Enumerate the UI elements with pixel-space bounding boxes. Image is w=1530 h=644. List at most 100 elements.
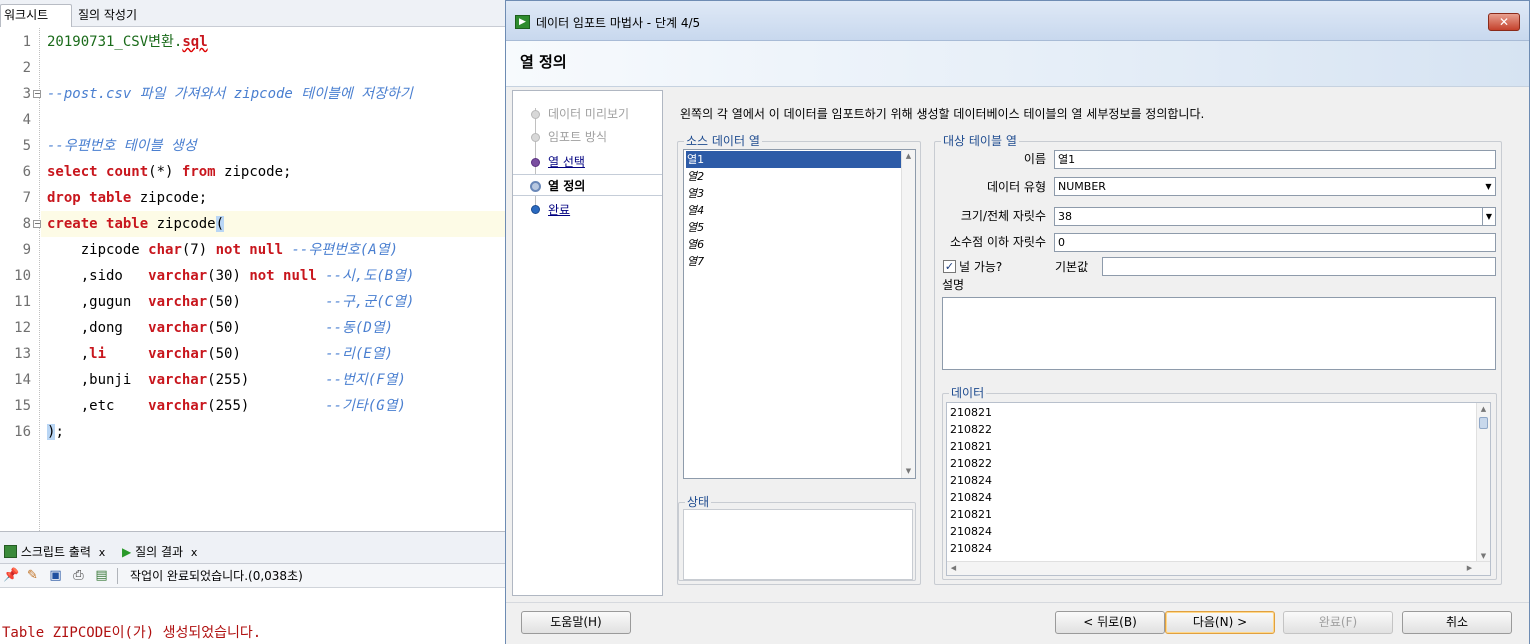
name-label: 이름	[1023, 152, 1046, 166]
size-combobox[interactable]: 38 ▼	[1054, 207, 1496, 226]
wizard-button-bar: 도움말(H) < 뒤로(B) 다음(N) > 완료(F) 취소	[506, 602, 1529, 644]
line-number: 5	[22, 138, 31, 154]
chevron-down-icon[interactable]: ▼	[1482, 178, 1495, 195]
scroll-left-icon[interactable]: ◀	[947, 562, 960, 575]
line-number: 10	[14, 268, 31, 284]
step-finish[interactable]: 완료	[513, 199, 662, 221]
line-number-gutter: 1 2 3 4 5 6 7 8 9 10 11 12 13 14 15 16 −…	[0, 28, 41, 531]
step-import-method: 임포트 방식	[548, 130, 608, 144]
back-button[interactable]: < 뒤로(B)	[1055, 611, 1165, 634]
close-icon[interactable]: x	[99, 546, 106, 559]
output-splitter[interactable]	[0, 531, 505, 540]
nullable-checkbox[interactable]: ✓	[943, 260, 956, 273]
tab-query-builder[interactable]: 질의 작성기	[72, 5, 143, 25]
list-item: 210821	[950, 406, 992, 419]
code-line-current: create table zipcode(	[41, 211, 505, 237]
line-number: 13	[14, 346, 31, 362]
fold-toggle-icon[interactable]: −	[33, 90, 41, 98]
status-area	[683, 509, 913, 580]
tab-script-output[interactable]: 스크립트 출력 x	[2, 542, 105, 563]
dialog-title: 데이터 임포트 마법사 - 단계 4/5	[536, 16, 701, 30]
pin-icon[interactable]: 📌	[3, 568, 19, 583]
list-item: 210822	[950, 457, 992, 470]
description-textarea[interactable]	[942, 297, 1496, 370]
list-item[interactable]: 열2	[686, 168, 903, 185]
tab-worksheet[interactable]: 워크시트	[0, 4, 72, 27]
wizard-header: 열 정의	[506, 41, 1529, 87]
list-item[interactable]: 열3	[686, 185, 903, 202]
list-item: 210824	[950, 542, 992, 555]
line-number: 4	[22, 112, 31, 128]
scroll-up-icon[interactable]: ▲	[1477, 403, 1490, 416]
line-number: 12	[14, 320, 31, 336]
code-line: --post.csv 파일 가져와서 zipcode 테이블에 저장하기	[47, 86, 413, 102]
fold-toggle-icon[interactable]: −	[33, 220, 41, 228]
play-icon: ▶	[122, 545, 132, 559]
code-line: );	[47, 424, 64, 440]
list-item[interactable]: 열6	[686, 236, 903, 253]
description-label: 설명	[942, 278, 965, 292]
list-item: 210824	[950, 525, 992, 538]
scroll-right-icon[interactable]: ▶	[1463, 562, 1476, 575]
default-value-label: 기본값	[1055, 260, 1089, 274]
save-icon[interactable]: ▣	[48, 568, 63, 583]
line-number: 11	[14, 294, 31, 310]
scale-label: 소수점 이하 자릿수	[950, 235, 1046, 249]
list-item-selected[interactable]: 열1	[686, 151, 903, 168]
document-icon[interactable]: ▤	[94, 568, 109, 583]
code-line: ,bunji varchar(255) --번지(F열)	[47, 372, 406, 388]
code-line: drop table zipcode;	[47, 190, 208, 206]
data-type-label: 데이터 유형	[986, 180, 1046, 194]
list-item[interactable]: 열5	[686, 219, 903, 236]
code-line: zipcode char(7) not null --우편번호(A열)	[47, 242, 399, 258]
source-list-scrollbar[interactable]: ▲ ▼	[901, 150, 915, 478]
scroll-up-icon[interactable]: ▲	[902, 150, 915, 163]
help-button[interactable]: 도움말(H)	[521, 611, 631, 634]
instruction-text: 왼쪽의 각 열에서 이 데이터를 임포트하기 위해 생성할 데이터베이스 테이블…	[680, 107, 1205, 121]
print-icon[interactable]: ⎙	[71, 568, 86, 583]
data-type-select[interactable]: NUMBER ▼	[1054, 177, 1496, 196]
scale-field[interactable]: 0	[1054, 233, 1496, 252]
eraser-icon[interactable]: ✎	[25, 568, 40, 583]
data-import-wizard-dialog: ▶ 데이터 임포트 마법사 - 단계 4/5 ✕ 열 정의 데이터 미리보기 임…	[505, 0, 1530, 644]
sql-code-editor[interactable]: 20190731_CSV변환.sql --post.csv 파일 가져와서 zi…	[41, 28, 505, 531]
data-preview-list[interactable]: 210821 210822 210821 210822 210824 21082…	[946, 402, 1491, 576]
output-tab-bar: 스크립트 출력 x ▶ 질의 결과 x	[0, 540, 505, 564]
list-item[interactable]: 열4	[686, 202, 903, 219]
output-status-text: 작업이 완료되었습니다.(0,038초)	[130, 569, 303, 583]
code-line: ,dong varchar(50) --동(D열)	[47, 320, 394, 336]
chevron-down-icon[interactable]: ▼	[1482, 208, 1495, 225]
line-number: 3	[22, 86, 31, 102]
line-number: 8	[22, 216, 31, 232]
data-label: 데이터	[949, 386, 987, 400]
source-columns-list[interactable]: 열1 열2 열3 열4 열5 열6 열7 ▲ ▼	[683, 149, 916, 479]
tab-query-result[interactable]: ▶ 질의 결과 x	[120, 542, 197, 563]
data-horizontal-scrollbar[interactable]: ◀ ▶	[947, 561, 1490, 575]
default-value-field[interactable]	[1102, 257, 1496, 276]
script-output-area: Table ZIPCODE이(가) 생성되었습니다.	[0, 589, 505, 644]
current-step-icon	[530, 181, 541, 192]
scroll-down-icon[interactable]: ▼	[902, 465, 915, 478]
line-number: 6	[22, 164, 31, 180]
output-message: Table ZIPCODE이(가) 생성되었습니다.	[2, 625, 262, 641]
step-column-selection[interactable]: 열 선택	[513, 151, 662, 173]
next-button[interactable]: 다음(N) >	[1165, 611, 1275, 634]
finish-button[interactable]: 완료(F)	[1283, 611, 1393, 634]
list-item: 210821	[950, 508, 992, 521]
dialog-title-bar[interactable]: ▶ 데이터 임포트 마법사 - 단계 4/5 ✕	[506, 1, 1529, 41]
list-item[interactable]: 열7	[686, 253, 903, 270]
code-line: 20190731_CSV변환.sql	[47, 34, 208, 50]
list-item: 210822	[950, 423, 992, 436]
data-vertical-scrollbar[interactable]: ▲ ▼	[1476, 403, 1490, 563]
list-item: 210824	[950, 491, 992, 504]
line-number: 7	[22, 190, 31, 206]
list-item: 210824	[950, 474, 992, 487]
list-item: 210821	[950, 440, 992, 453]
scroll-thumb[interactable]	[1479, 417, 1488, 429]
code-line: ,etc varchar(255) --기타(G열)	[47, 398, 406, 414]
close-icon[interactable]: x	[191, 546, 198, 559]
status-label: 상태	[685, 495, 712, 509]
close-button[interactable]: ✕	[1488, 13, 1520, 31]
cancel-button[interactable]: 취소	[1402, 611, 1512, 634]
name-field[interactable]: 열1	[1054, 150, 1496, 169]
